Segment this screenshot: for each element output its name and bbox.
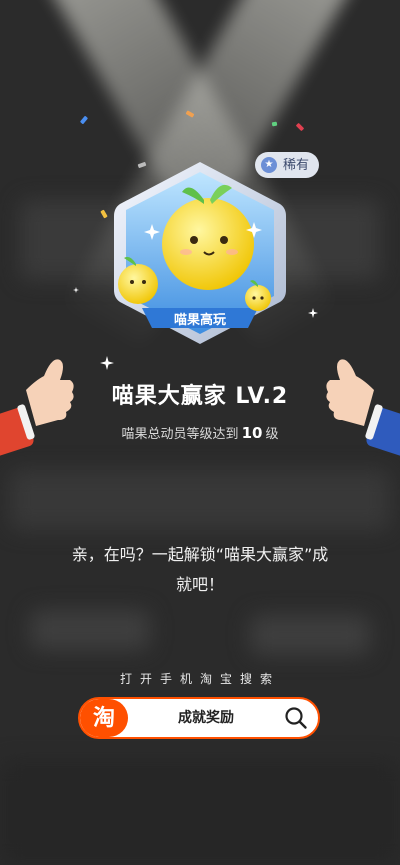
rarity-label: 稀有	[283, 157, 310, 172]
star-badge-icon: ★	[261, 157, 277, 173]
sparkle-icon	[100, 356, 114, 370]
sparkle-icon	[308, 308, 318, 318]
badge-ribbon-text: 喵果高玩	[173, 313, 226, 328]
subtitle-prefix: 喵果总动员等级达到	[121, 427, 239, 442]
achievement-badge: 喵果高玩	[108, 158, 292, 348]
rarity-tag: ★ 稀有	[255, 152, 320, 178]
search-hint: 打开手机淘宝搜索	[119, 672, 280, 686]
taobao-logo-icon: 淘	[80, 699, 128, 737]
taobao-search-bar[interactable]: 淘 成就奖励	[78, 697, 320, 739]
achievement-title: 喵果大赢家 LV.2	[111, 384, 289, 409]
search-keyword[interactable]: 成就奖励	[138, 699, 274, 737]
search-icon[interactable]	[284, 706, 308, 730]
level-value: 10	[241, 424, 263, 442]
invite-text: 亲，在吗？一起解锁“喵果大赢家”成就吧！	[71, 545, 329, 594]
sparkle-icon	[73, 287, 79, 293]
subtitle-suffix: 级	[265, 427, 279, 442]
confetti	[271, 121, 278, 127]
achievement-subtitle: 喵果总动员等级达到 10 级	[0, 423, 400, 442]
